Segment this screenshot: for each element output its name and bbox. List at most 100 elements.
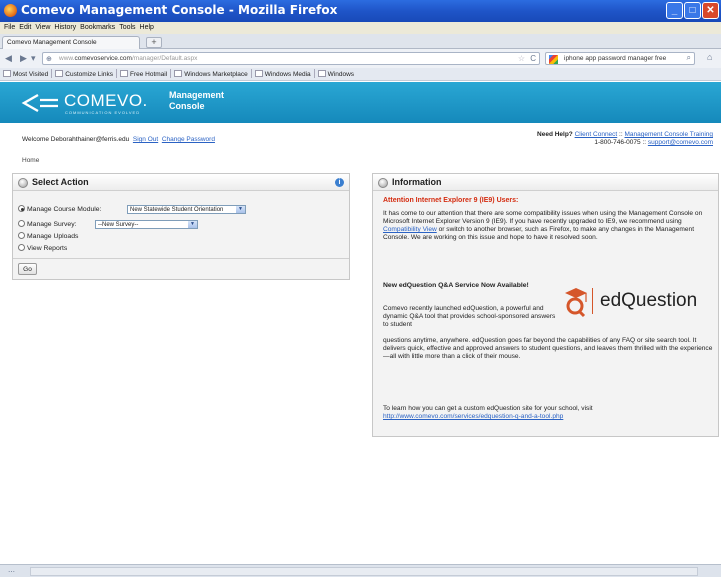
- chevron-down-icon[interactable]: ▼: [188, 221, 197, 228]
- new-tab-button[interactable]: +: [146, 37, 162, 48]
- bookmark-free-hotmail[interactable]: Free Hotmail: [119, 68, 172, 81]
- reload-icon[interactable]: C: [530, 54, 536, 63]
- divider: [13, 258, 349, 259]
- client-connect-link[interactable]: Client Connect: [575, 131, 618, 138]
- ie9-alert-title: Attention Internet Explorer 9 (IE9) User…: [383, 197, 519, 204]
- edquestion-description: questions anytime, anywhere. edQuestion …: [383, 337, 713, 360]
- edquestion-logo: edQuestion: [563, 284, 713, 320]
- information-title: Information: [392, 177, 442, 187]
- select-action-panel: Select Action i Manage Course Module: Ne…: [12, 173, 350, 280]
- home-icon[interactable]: ⌂: [707, 52, 712, 62]
- bookmark-windows-media[interactable]: Windows Media: [254, 68, 315, 81]
- edquestion-title: New edQuestion Q&A Service Now Available…: [383, 282, 529, 289]
- search-engine-icon[interactable]: [549, 55, 558, 64]
- tab-strip: Comevo Management Console +: [0, 34, 721, 49]
- breadcrumb[interactable]: Home: [22, 157, 39, 164]
- forward-icon[interactable]: ▶: [20, 53, 27, 64]
- edquestion-link[interactable]: http://www.comevo.com/services/edquestio…: [383, 413, 563, 420]
- menu-help[interactable]: Help: [140, 22, 154, 34]
- bookmark-windows-marketplace[interactable]: Windows Marketplace: [174, 68, 252, 81]
- site-header: COMEVO. COMMUNICATION EVOLVED Management…: [0, 82, 721, 123]
- bookmark-folder-icon: [3, 70, 11, 77]
- bookmark-page-icon: [254, 70, 263, 77]
- bookmark-customize-links[interactable]: Customize Links: [55, 68, 117, 81]
- survey-select[interactable]: --New Survey-- ▼: [95, 220, 198, 229]
- compatibility-view-link[interactable]: Compatibility View: [383, 226, 437, 233]
- menu-history[interactable]: History: [54, 22, 76, 34]
- bookmarks-bar: Most Visited Customize Links Free Hotmai…: [0, 68, 721, 81]
- menu-tools[interactable]: Tools: [119, 22, 135, 34]
- menu-view[interactable]: View: [35, 22, 50, 34]
- need-help-label: Need Help?: [537, 131, 573, 138]
- firefox-icon: [4, 4, 17, 17]
- logo-divider: [592, 288, 593, 314]
- search-icon[interactable]: ⌕: [687, 53, 691, 63]
- sign-out-link[interactable]: Sign Out: [133, 136, 158, 143]
- status-addon-icon[interactable]: ⋯: [8, 568, 15, 576]
- phone-number: 1-800-746-0075: [594, 139, 641, 146]
- graduation-cap-icon: [565, 288, 587, 318]
- bookmark-windows[interactable]: Windows: [317, 68, 354, 81]
- option-manage-survey[interactable]: Manage Survey:: [18, 220, 77, 228]
- info-icon: [378, 178, 388, 188]
- edquestion-intro: Comevo recently launched edQuestion, a p…: [383, 305, 556, 328]
- menu-bar: File Edit View History Bookmarks Tools H…: [0, 22, 721, 34]
- comevo-logo-icon[interactable]: [20, 92, 60, 114]
- console-label: Management Console: [169, 90, 225, 111]
- bookmark-page-icon: [119, 70, 128, 77]
- radio-manage-survey[interactable]: [18, 220, 25, 227]
- bookmark-page-icon: [55, 70, 64, 77]
- change-password-link[interactable]: Change Password: [162, 136, 215, 143]
- help-info-icon[interactable]: i: [335, 178, 344, 187]
- welcome-line: Welcome Deborahthainer@ferris.edu Sign O…: [22, 136, 215, 143]
- radio-manage-course-module[interactable]: [18, 205, 25, 212]
- radio-view-reports[interactable]: [18, 244, 25, 251]
- status-bar: ⋯: [0, 564, 721, 577]
- radio-manage-uploads[interactable]: [18, 232, 25, 239]
- section-icon: [18, 178, 28, 188]
- information-body: Attention Internet Explorer 9 (IE9) User…: [383, 197, 713, 242]
- close-window-button[interactable]: ✕: [702, 2, 719, 19]
- navigation-bar: ◀ ▶ ▾ ⊕ www.comevoservice.com/manager/De…: [0, 49, 721, 68]
- option-manage-uploads[interactable]: Manage Uploads: [18, 232, 78, 240]
- search-box[interactable]: iphone app password manager free ⌕: [545, 52, 695, 65]
- edquestion-logo-text: edQuestion: [600, 290, 698, 311]
- tab-label: Comevo Management Console: [7, 39, 97, 46]
- select-action-header: Select Action i: [13, 174, 349, 191]
- support-email-link[interactable]: support@comevo.com: [648, 139, 713, 146]
- information-panel: Information Attention Internet Explorer …: [372, 173, 719, 437]
- edquestion-learn-more: To learn how you can get a custom edQues…: [383, 405, 593, 420]
- site-identity-icon[interactable]: ⊕: [46, 55, 52, 63]
- menu-edit[interactable]: Edit: [19, 22, 31, 34]
- search-input[interactable]: iphone app password manager free: [564, 55, 666, 62]
- menu-bookmarks[interactable]: Bookmarks: [80, 22, 115, 34]
- bookmark-page-icon: [317, 70, 326, 77]
- select-action-title: Select Action: [32, 177, 89, 187]
- bookmark-most-visited[interactable]: Most Visited: [3, 68, 53, 81]
- window-title: Comevo Management Console - Mozilla Fire…: [21, 3, 338, 17]
- url-text: www.comevoservice.com/manager/Default.as…: [59, 55, 198, 62]
- menu-file[interactable]: File: [4, 22, 15, 34]
- go-button[interactable]: Go: [18, 263, 37, 275]
- url-bar[interactable]: ⊕ www.comevoservice.com/manager/Default.…: [42, 52, 540, 65]
- tab-comevo-console[interactable]: Comevo Management Console: [2, 36, 140, 49]
- information-header: Information: [373, 174, 718, 191]
- minimize-button[interactable]: _: [666, 2, 683, 19]
- option-view-reports[interactable]: View Reports: [18, 244, 67, 252]
- dropdown-history-icon[interactable]: ▾: [31, 53, 36, 64]
- logo-text: COMEVO.: [64, 91, 148, 110]
- status-text-area: [30, 567, 698, 576]
- chevron-down-icon[interactable]: ▼: [236, 206, 245, 213]
- bookmark-star-icon[interactable]: ☆: [518, 54, 525, 63]
- logo-tagline: COMMUNICATION EVOLVED: [65, 110, 141, 115]
- ie9-alert-text: It has come to our attention that there …: [383, 210, 703, 241]
- course-module-select[interactable]: New Statewide Student Orientation ▼: [127, 205, 246, 214]
- help-links: Need Help? Client Connect :: Management …: [537, 131, 713, 146]
- bookmark-page-icon: [174, 70, 183, 77]
- console-training-link[interactable]: Management Console Training: [624, 131, 713, 138]
- back-icon[interactable]: ◀: [5, 53, 12, 64]
- welcome-text: Welcome Deborahthainer@ferris.edu: [22, 136, 130, 143]
- window-title-bar: Comevo Management Console - Mozilla Fire…: [0, 0, 721, 22]
- option-manage-course-module[interactable]: Manage Course Module:: [18, 205, 101, 213]
- maximize-button[interactable]: □: [684, 2, 701, 19]
